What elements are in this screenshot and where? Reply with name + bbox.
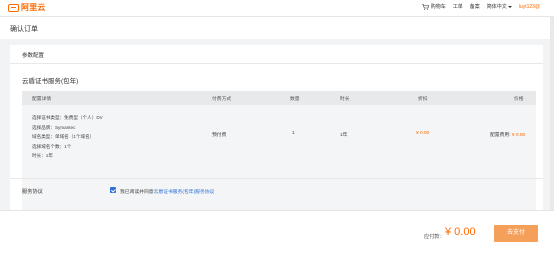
nav-cart[interactable]: 购物车: [431, 3, 446, 10]
cell-discount: ¥ 0.00: [416, 131, 430, 136]
cell-price: 配置费用: ¥ 0.00: [490, 131, 525, 138]
agreement-checkbox[interactable]: [110, 187, 116, 193]
page-title: 确认订单: [10, 26, 38, 33]
nav-user[interactable]: luyt123@: [519, 4, 540, 10]
cart-icon[interactable]: [421, 3, 429, 10]
config-line: 选择品牌：Symantec: [32, 124, 76, 130]
pay-amount: ¥ 0.00: [445, 226, 476, 238]
section-header: 参数配置: [10, 45, 543, 64]
config-line: 域名类型：单域名（1个域名）: [32, 134, 95, 139]
cell-payment: 预付费: [212, 133, 227, 138]
page-title-bar: 确认订单: [0, 17, 554, 39]
section-title: 参数配置: [22, 53, 45, 59]
aliyun-logo-icon: [8, 3, 19, 12]
nav-tickets[interactable]: 工单: [453, 3, 463, 10]
config-line: 选择域名个数：1个: [32, 143, 72, 149]
pay-label: 应付款：: [424, 234, 445, 240]
language-label: 简体中文: [486, 4, 507, 10]
table-header: 配置详情 付费方式 数量 时长 折扣 价格: [22, 91, 536, 105]
chevron-down-icon: [507, 5, 512, 8]
agreement-row: 服务协议 我已阅读并同意云盾证书服务(包年)服务协议: [10, 178, 543, 203]
aliyun-logo[interactable]: 阿里云: [8, 2, 46, 13]
th-discount: 折扣: [418, 97, 428, 102]
logo-text: 阿里云: [21, 3, 46, 12]
config-line: 时长：1年: [32, 153, 53, 158]
product-title: 云盾证书服务(包年): [22, 78, 79, 85]
pay-button[interactable]: 去支付: [494, 225, 538, 242]
checkout-footer: 应付款： ¥ 0.00 去支付: [0, 210, 554, 255]
price-label: 配置费用:: [490, 133, 511, 138]
agreement-text: 我已阅读并同意云盾证书服务(包年)服务协议: [120, 188, 214, 195]
th-quantity: 数量: [290, 97, 300, 102]
th-duration: 时长: [340, 97, 350, 102]
header-nav: 购物车 工单 备案 简体中文 luyt123@: [421, 3, 540, 10]
agreement-label: 服务协议: [22, 189, 43, 195]
top-navbar: 阿里云 购物车 工单 备案 简体中文 luyt123@: [0, 0, 554, 17]
th-config: 配置详情: [32, 97, 52, 102]
price-value: ¥ 0.00: [511, 133, 526, 138]
agreement-prefix: 我已阅读并同意: [120, 190, 154, 195]
cell-quantity: 1: [292, 131, 295, 136]
nav-filing[interactable]: 备案: [470, 3, 480, 10]
config-details: 选择证书类型：免费型（个人）DV 选择品牌：Symantec 域名类型：单域名（…: [32, 113, 103, 161]
th-payment: 付费方式: [212, 97, 232, 102]
th-price: 价格: [514, 97, 524, 102]
page-scrollbar[interactable]: [550, 17, 554, 210]
nav-language[interactable]: 简体中文: [487, 3, 512, 10]
agreement-link[interactable]: 云盾证书服务(包年)服务协议: [154, 190, 215, 195]
cell-duration: 1年: [340, 133, 348, 138]
config-line: 选择证书类型：免费型（个人）DV: [32, 115, 103, 120]
